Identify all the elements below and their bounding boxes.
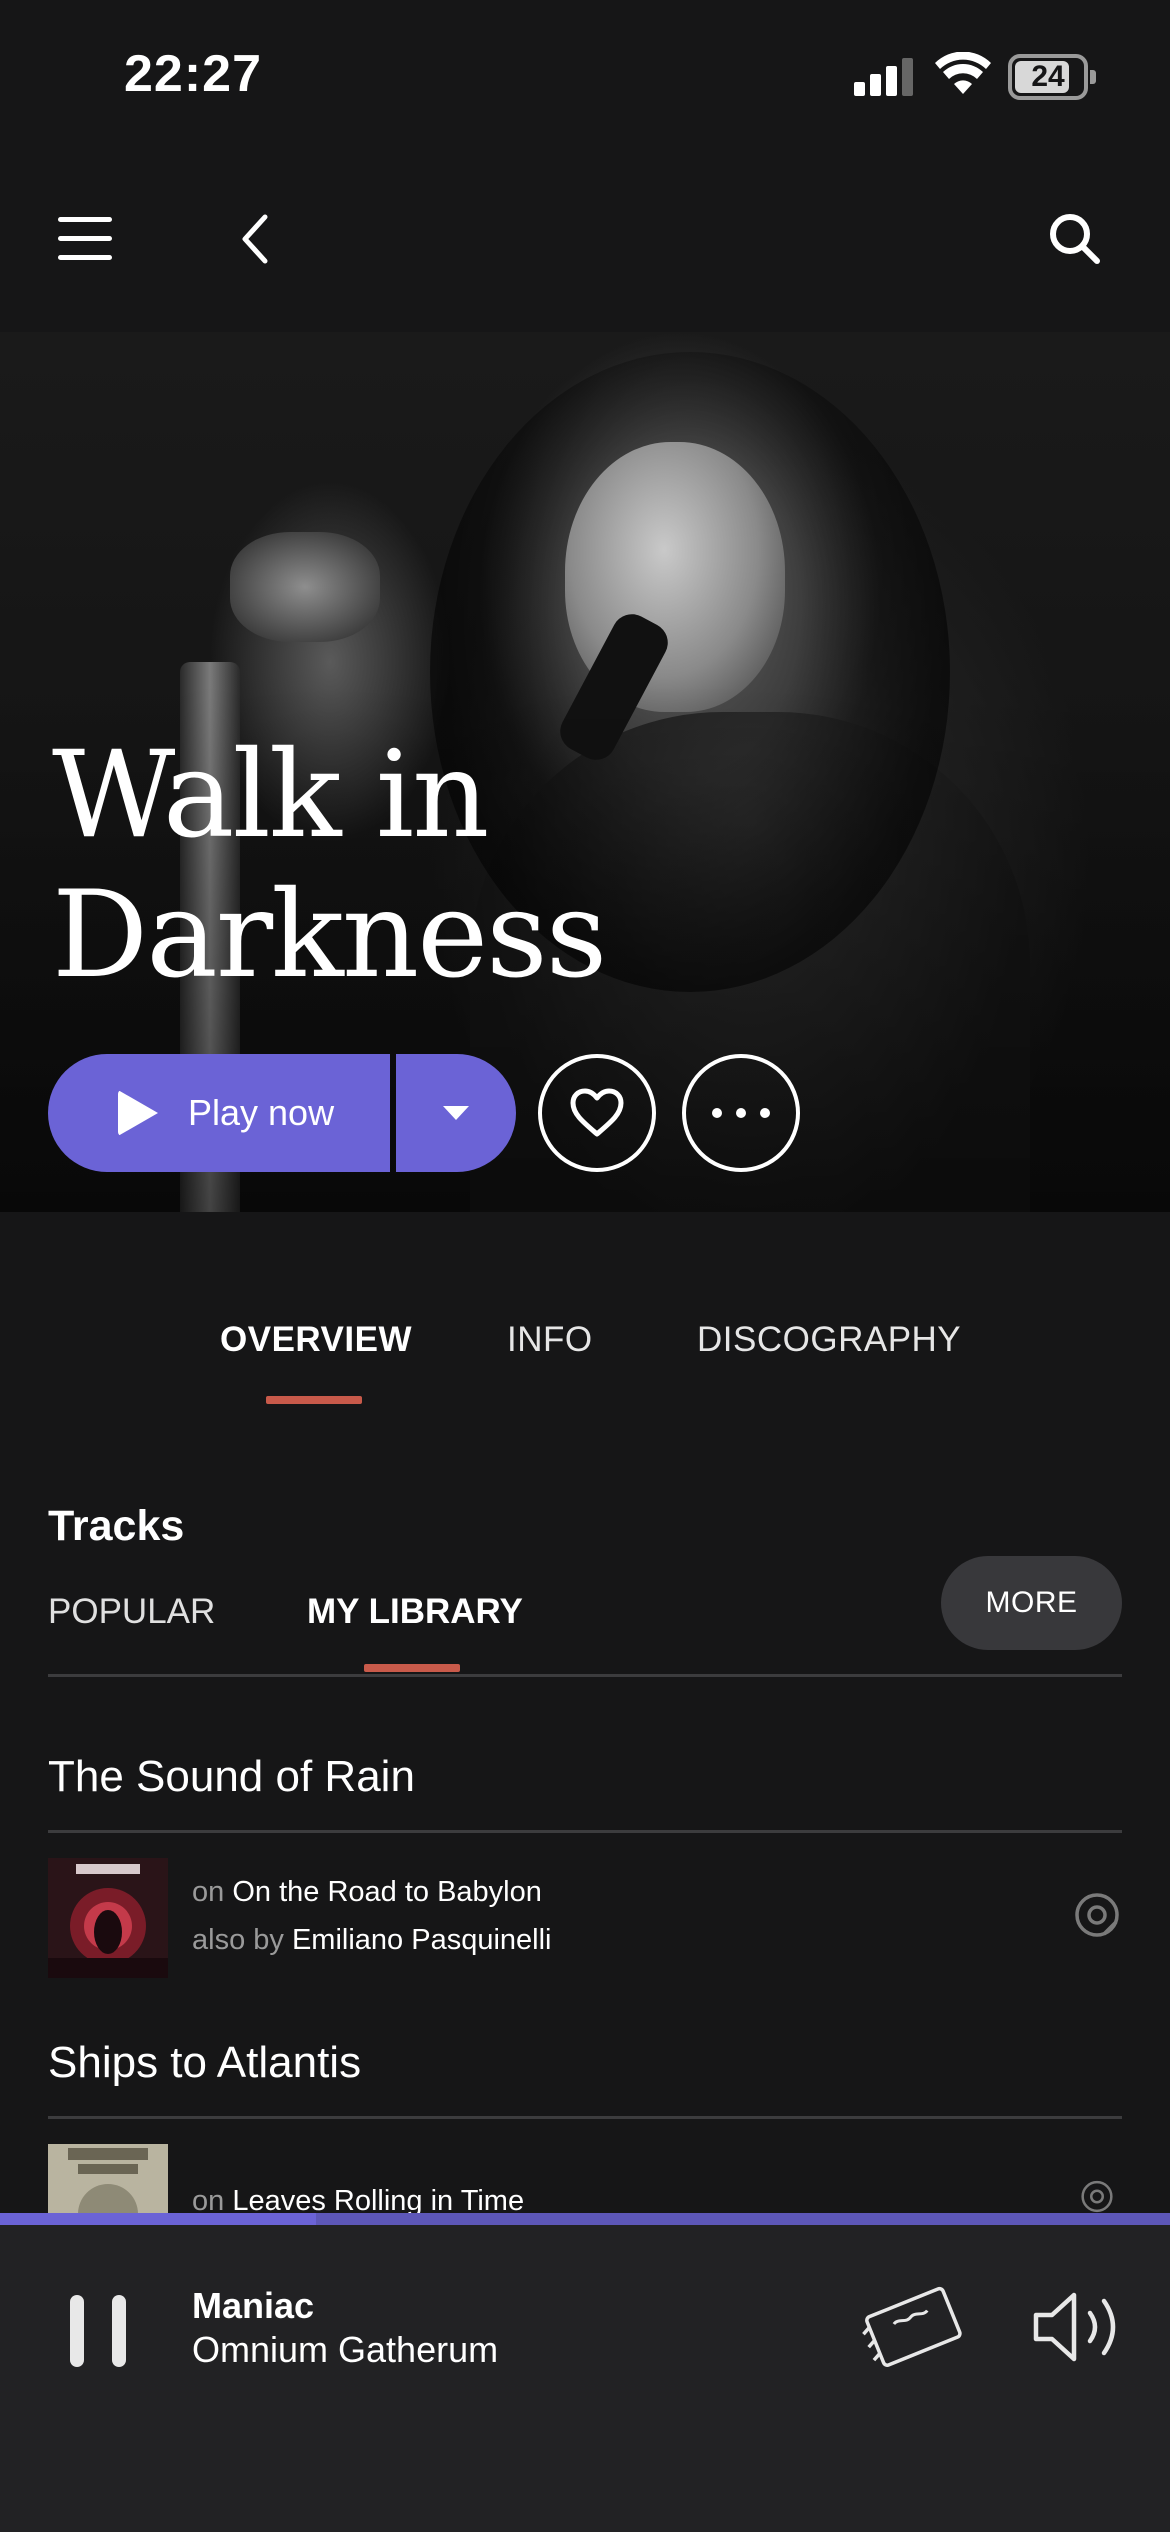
album-link[interactable]: Leaves Rolling in Time bbox=[232, 2185, 524, 2213]
search-icon[interactable] bbox=[1040, 204, 1110, 274]
playback-progress-bar[interactable] bbox=[0, 2213, 1170, 2225]
track-meta: on On the Road to Babylon also by Emilia… bbox=[192, 1868, 551, 1964]
active-subtab-indicator bbox=[364, 1664, 460, 1672]
status-bar: 22:27 24 bbox=[0, 0, 1170, 150]
track-meta: on Leaves Rolling in Time bbox=[192, 2182, 524, 2213]
track-title[interactable]: The Sound of Rain bbox=[48, 1752, 415, 1802]
tab-discography[interactable]: DISCOGRAPHY bbox=[697, 1320, 961, 1360]
subtab-my-library[interactable]: MY LIBRARY bbox=[307, 1592, 523, 1632]
status-time: 22:27 bbox=[124, 45, 262, 103]
artist-hero-image: Walk in Darkness Play now bbox=[0, 332, 1170, 1212]
play-options-dropdown-button[interactable] bbox=[396, 1054, 516, 1172]
hamburger-menu-icon[interactable] bbox=[50, 204, 120, 274]
on-prefix: on bbox=[192, 1876, 225, 1908]
back-arrow-icon[interactable] bbox=[220, 204, 290, 274]
album-cover-image[interactable] bbox=[48, 2144, 168, 2213]
play-icon bbox=[118, 1090, 158, 1136]
playback-progress-fill bbox=[0, 2213, 316, 2225]
active-tab-indicator bbox=[266, 1396, 362, 1404]
more-tracks-button[interactable]: MORE bbox=[941, 1556, 1122, 1650]
ellipsis-icon bbox=[712, 1108, 770, 1118]
wifi-icon bbox=[935, 52, 991, 94]
artist-name-line-1: Walk in bbox=[52, 726, 489, 865]
also-by-prefix: also by bbox=[192, 1924, 284, 1956]
volume-icon[interactable] bbox=[1030, 2287, 1126, 2367]
tab-overview[interactable]: OVERVIEW bbox=[220, 1320, 412, 1360]
divider bbox=[48, 1674, 1122, 1677]
album-link[interactable]: On the Road to Babylon bbox=[232, 1876, 542, 1908]
artist-name: Walk in Darkness bbox=[52, 726, 607, 1006]
track-title[interactable]: Ships to Atlantis bbox=[48, 2038, 361, 2088]
battery-level: 24 bbox=[1031, 60, 1065, 93]
divider bbox=[48, 2116, 1122, 2119]
favorite-button[interactable] bbox=[538, 1054, 656, 1172]
artist-link[interactable]: Emiliano Pasquinelli bbox=[292, 1924, 552, 1956]
divider bbox=[48, 1830, 1122, 1833]
now-playing-bar: Maniac Omnium Gatherum bbox=[0, 2225, 1170, 2532]
album-cover-image[interactable] bbox=[48, 1858, 168, 1978]
disc-icon[interactable] bbox=[1074, 2180, 1120, 2213]
disc-icon[interactable] bbox=[1074, 1892, 1120, 1938]
battery-icon: 24 bbox=[1008, 54, 1096, 100]
subtab-popular[interactable]: POPULAR bbox=[48, 1592, 215, 1632]
tracks-section-title: Tracks bbox=[48, 1502, 185, 1550]
tab-info[interactable]: INFO bbox=[507, 1320, 593, 1360]
artist-name-line-2: Darkness bbox=[52, 866, 607, 1005]
chevron-down-icon bbox=[443, 1106, 469, 1120]
now-playing-title[interactable]: Maniac bbox=[192, 2285, 314, 2327]
artist-tabs: OVERVIEW INFO DISCOGRAPHY bbox=[0, 1300, 1170, 1410]
play-now-label: Play now bbox=[188, 1092, 335, 1133]
cellular-signal-icon bbox=[854, 56, 914, 96]
on-prefix: on bbox=[192, 2185, 225, 2213]
now-playing-artist[interactable]: Omnium Gatherum bbox=[192, 2329, 498, 2371]
more-options-button[interactable] bbox=[682, 1054, 800, 1172]
queue-icon[interactable] bbox=[858, 2281, 968, 2371]
pause-icon[interactable] bbox=[70, 2295, 126, 2367]
play-now-button[interactable]: Play now bbox=[48, 1054, 390, 1172]
heart-icon bbox=[570, 1088, 624, 1137]
navigation-bar bbox=[0, 150, 1170, 332]
